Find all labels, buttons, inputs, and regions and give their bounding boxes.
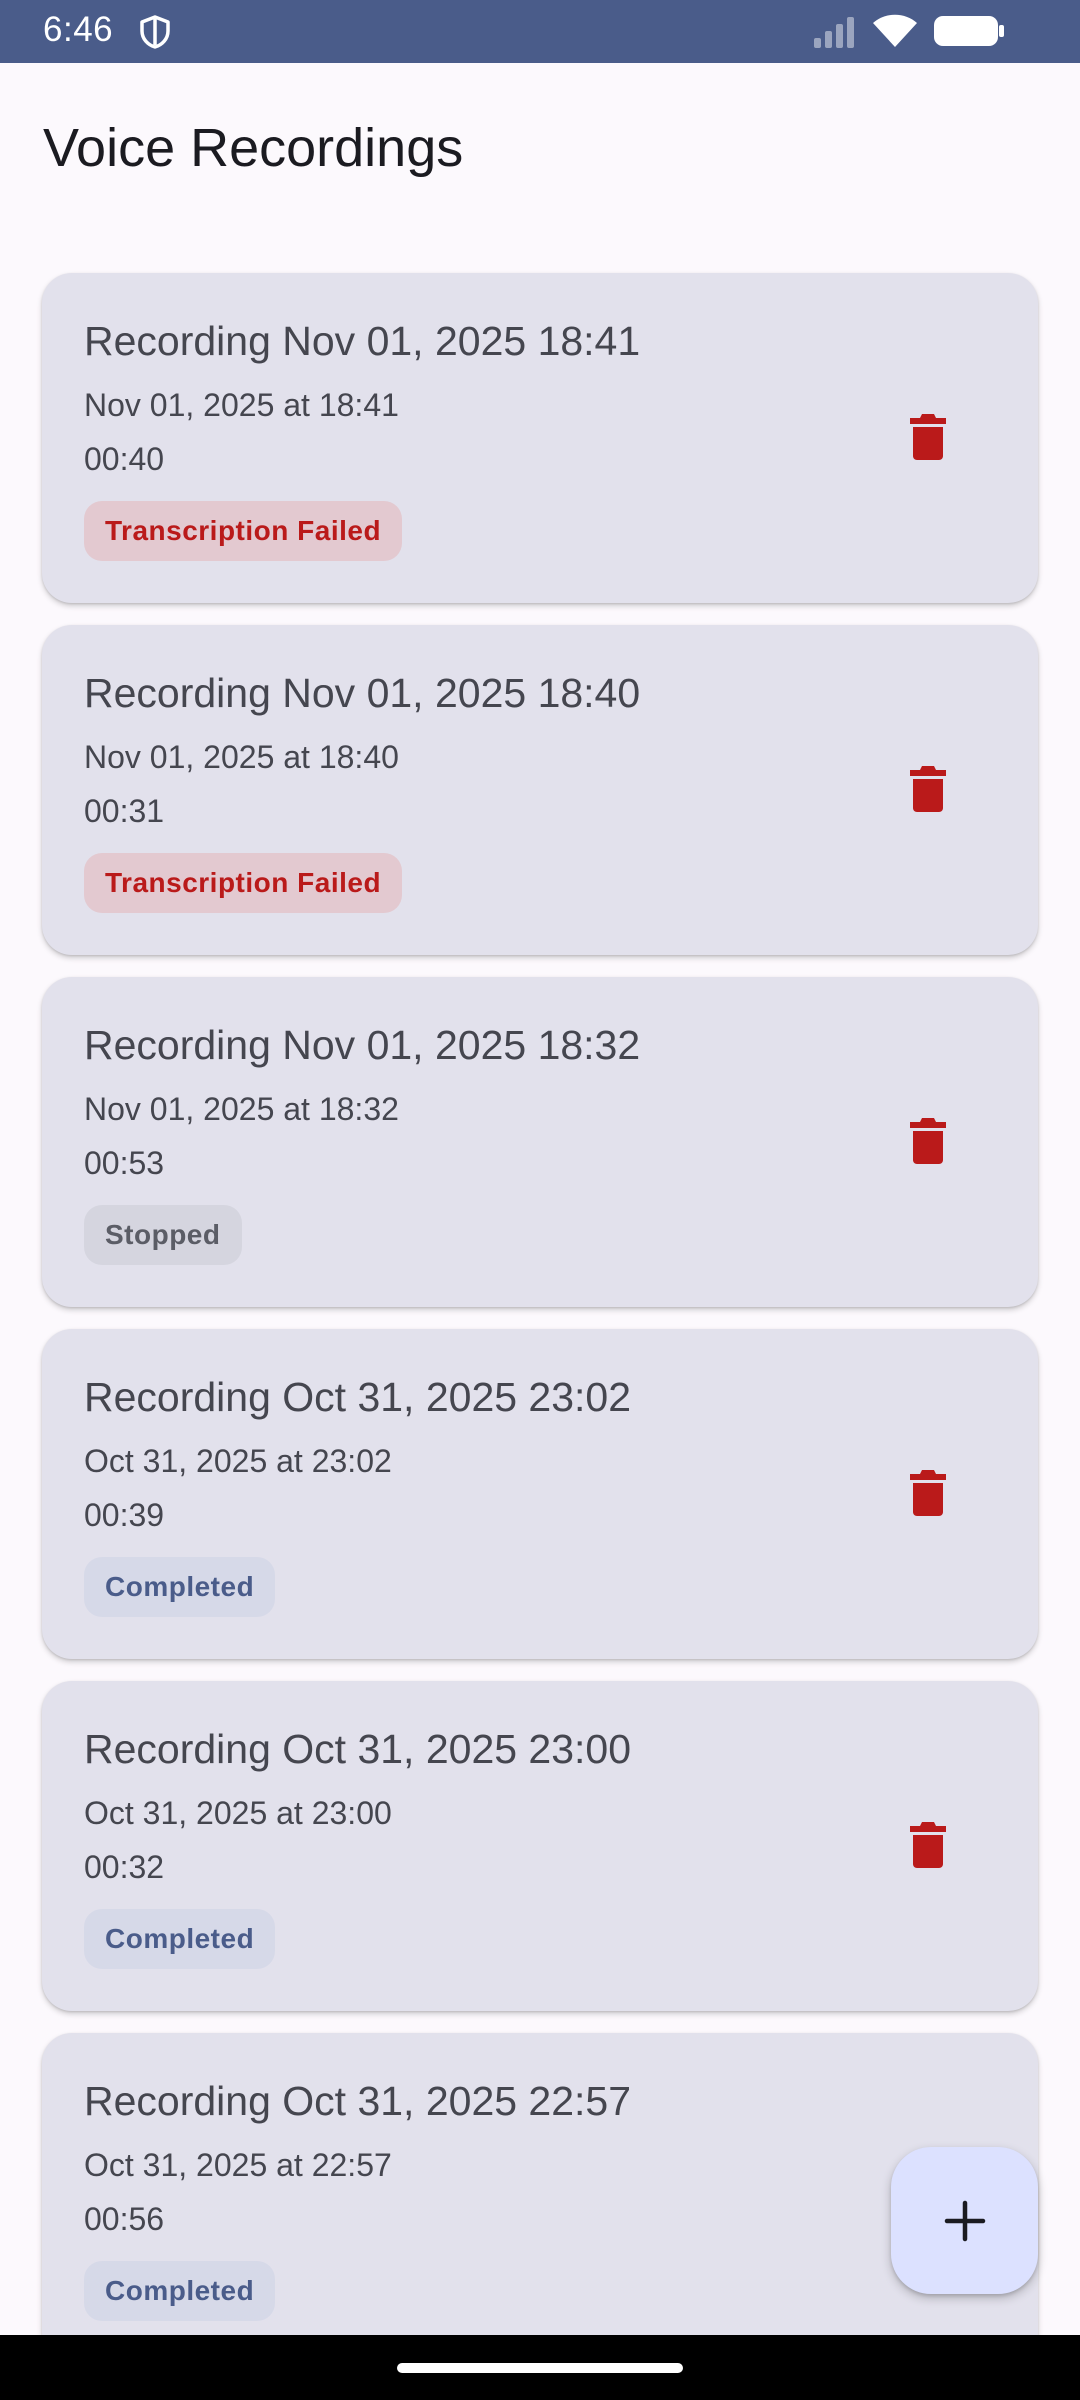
recording-card-5[interactable]: Recording Oct 31, 2025 23:00 Oct 31, 202… xyxy=(42,1681,1038,2011)
trash-icon xyxy=(910,766,946,812)
trash-icon xyxy=(910,414,946,460)
delete-button[interactable] xyxy=(892,401,964,473)
recording-card-1[interactable]: Recording Nov 01, 2025 18:41 Nov 01, 202… xyxy=(42,273,1038,603)
recording-date: Oct 31, 2025 at 23:00 xyxy=(84,1795,392,1831)
recording-duration: 00:56 xyxy=(84,2201,165,2237)
recording-date: Oct 31, 2025 at 22:57 xyxy=(84,2147,392,2183)
recordings-list: Recording Nov 01, 2025 18:41 Nov 01, 202… xyxy=(42,273,1038,2385)
recording-duration: 00:32 xyxy=(84,1849,165,1885)
recording-title: Recording Nov 01, 2025 18:40 xyxy=(84,670,641,716)
recording-date: Nov 01, 2025 at 18:41 xyxy=(84,387,399,423)
recording-date: Nov 01, 2025 at 18:40 xyxy=(84,739,399,775)
shield-icon xyxy=(138,14,172,50)
battery-icon xyxy=(932,13,1006,49)
trash-icon xyxy=(910,1470,946,1516)
status-badge: Transcription Failed xyxy=(84,501,403,561)
status-badge: Transcription Failed xyxy=(84,853,403,913)
home-indicator[interactable] xyxy=(397,2363,683,2373)
page-title: Voice Recordings xyxy=(43,118,464,178)
recording-title: Recording Nov 01, 2025 18:32 xyxy=(84,1022,641,1068)
recording-title: Recording Oct 31, 2025 23:00 xyxy=(84,1726,632,1772)
recording-date: Nov 01, 2025 at 18:32 xyxy=(84,1091,399,1127)
delete-button[interactable] xyxy=(892,753,964,825)
recording-date: Oct 31, 2025 at 23:02 xyxy=(84,1443,392,1479)
recording-title: Recording Oct 31, 2025 22:57 xyxy=(84,2078,632,2124)
recording-card-4[interactable]: Recording Oct 31, 2025 23:02 Oct 31, 202… xyxy=(42,1329,1038,1659)
delete-button[interactable] xyxy=(892,1809,964,1881)
plus-icon xyxy=(944,2200,985,2241)
recording-duration: 00:40 xyxy=(84,441,165,477)
status-badge: Completed xyxy=(84,1909,276,1969)
add-recording-button[interactable] xyxy=(891,2147,1038,2294)
delete-button[interactable] xyxy=(892,1105,964,1177)
recording-card-2[interactable]: Recording Nov 01, 2025 18:40 Nov 01, 202… xyxy=(42,625,1038,955)
trash-icon xyxy=(910,1822,946,1868)
status-badge: Completed xyxy=(84,1557,276,1617)
status-badge: Stopped xyxy=(84,1205,242,1265)
recording-title: Recording Nov 01, 2025 18:41 xyxy=(84,318,641,364)
signal-icon xyxy=(812,14,858,50)
recording-card-3[interactable]: Recording Nov 01, 2025 18:32 Nov 01, 202… xyxy=(42,977,1038,1307)
status-time: 6:46 xyxy=(43,10,114,49)
delete-button[interactable] xyxy=(892,1457,964,1529)
wifi-icon xyxy=(872,13,918,49)
recording-duration: 00:53 xyxy=(84,1145,165,1181)
status-bar: 6:46 xyxy=(0,0,1080,63)
recording-card-6[interactable]: Recording Oct 31, 2025 22:57 Oct 31, 202… xyxy=(42,2033,1038,2363)
recording-title: Recording Oct 31, 2025 23:02 xyxy=(84,1374,632,1420)
recording-duration: 00:31 xyxy=(84,793,165,829)
trash-icon xyxy=(910,1118,946,1164)
recording-duration: 00:39 xyxy=(84,1497,165,1533)
status-badge: Completed xyxy=(84,2261,276,2321)
navigation-bar xyxy=(0,2335,1080,2400)
